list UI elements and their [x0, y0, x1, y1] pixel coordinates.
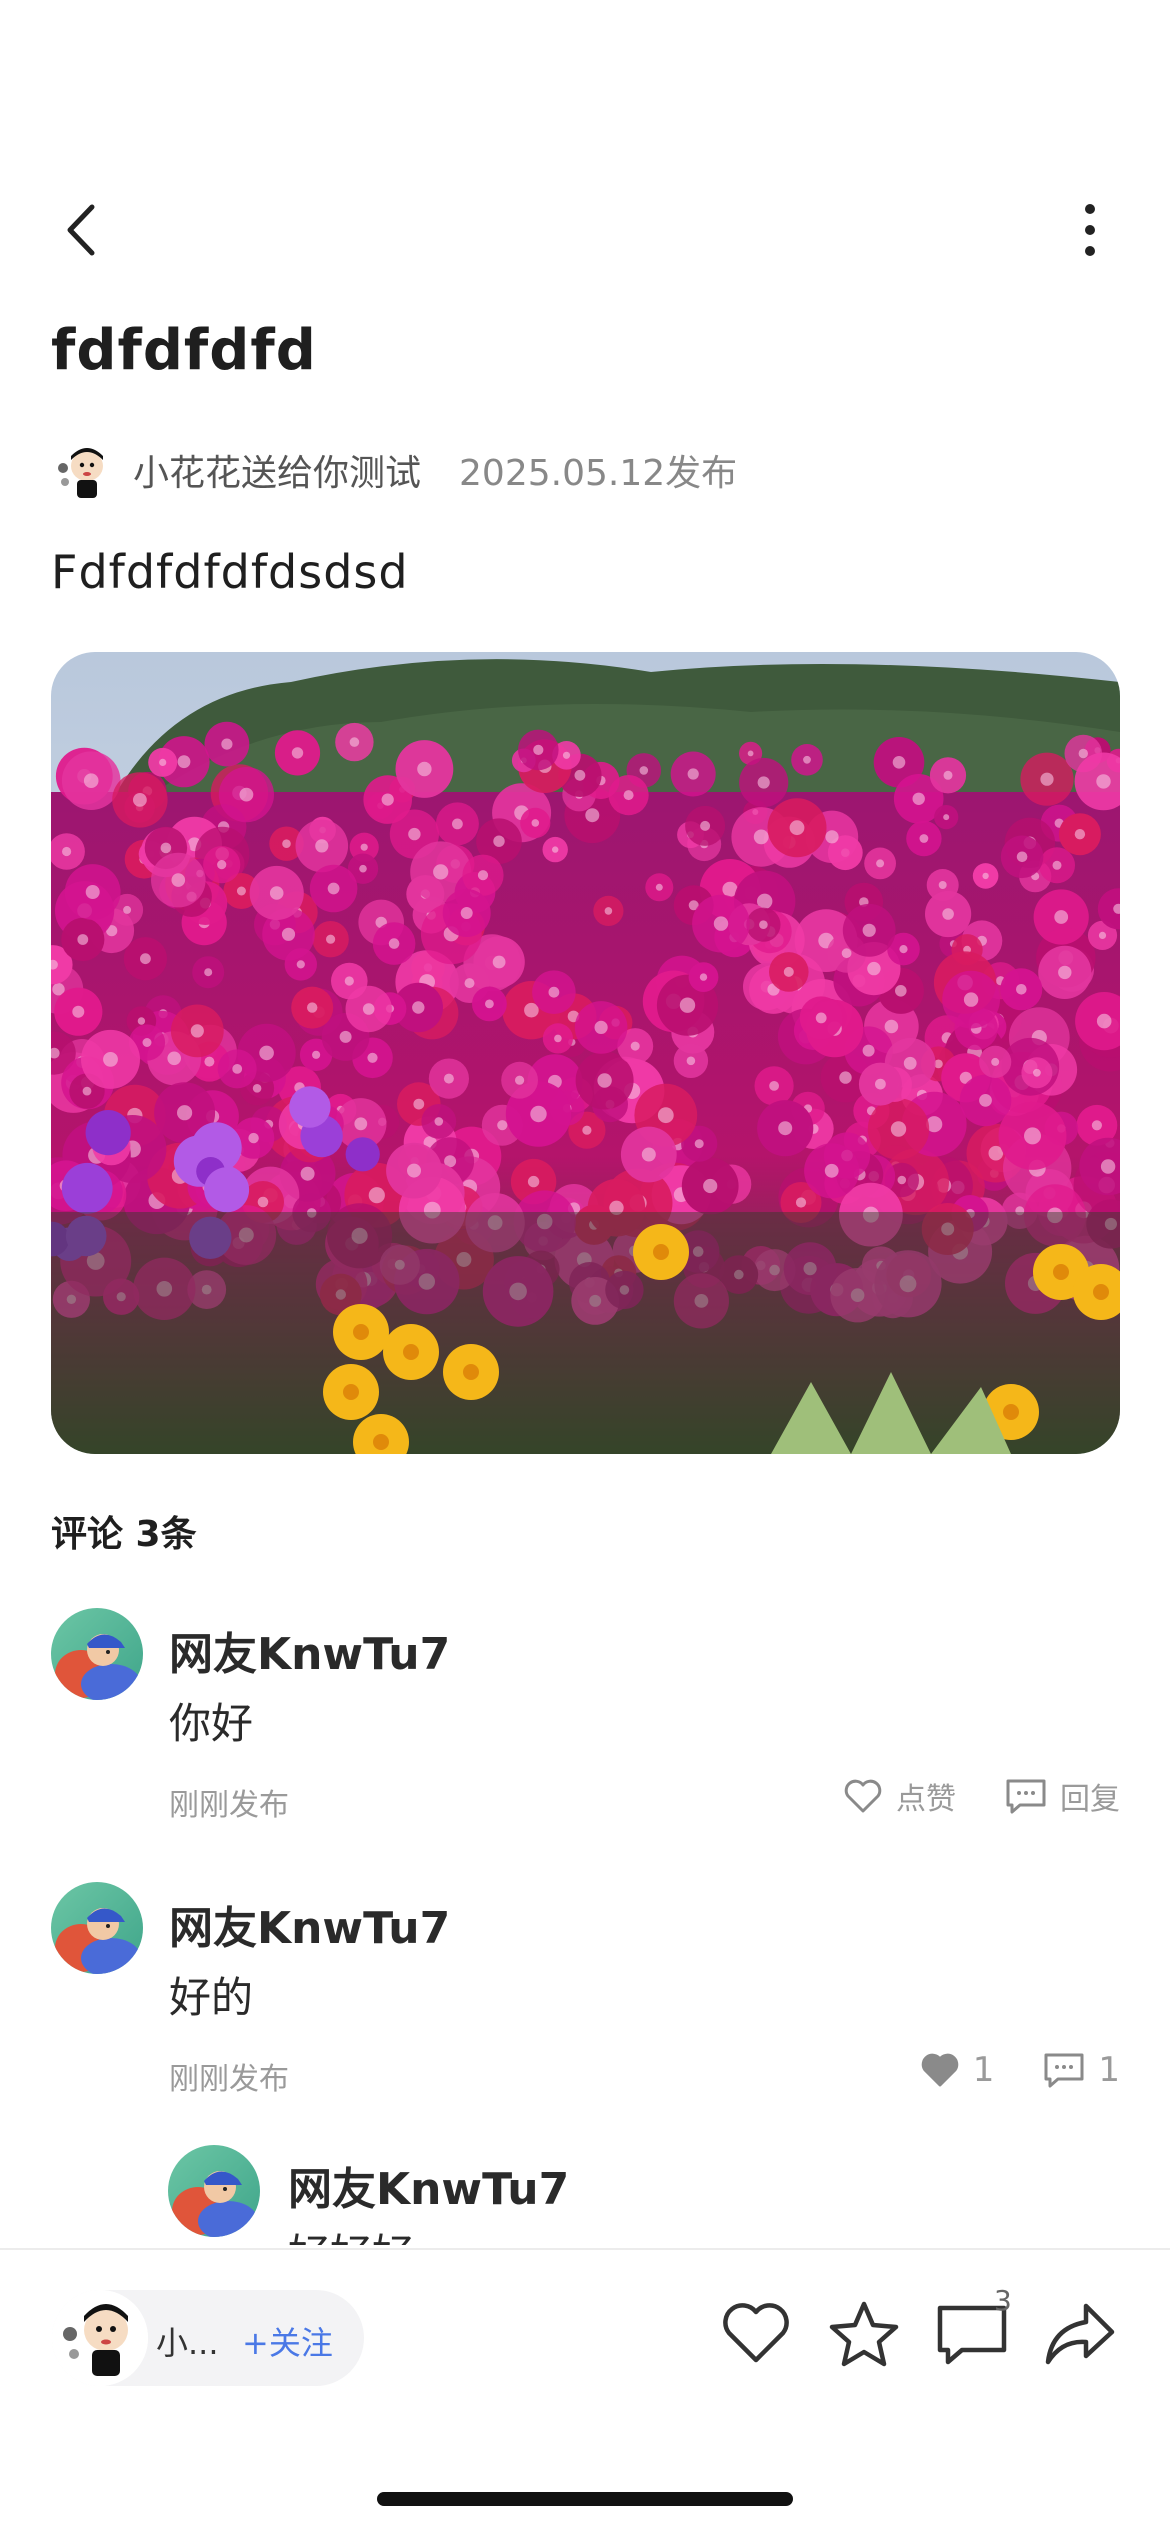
author-follow-pill[interactable]: 小... +关注: [52, 2290, 364, 2386]
commenter-name[interactable]: 网友KnwTu7: [169, 1618, 450, 1682]
comment-count-badge: 3: [994, 2284, 1012, 2317]
commenter-avatar[interactable]: [51, 1882, 143, 1974]
reply-button[interactable]: 回复: [1004, 1774, 1120, 1818]
commenter-avatar[interactable]: [51, 1608, 143, 1700]
like-post-button[interactable]: [716, 2294, 796, 2374]
like-count: 1: [972, 2050, 995, 2090]
post-body: Fdfdfdfdfdsdsd: [51, 545, 409, 599]
like-button[interactable]: 1: [919, 2050, 995, 2090]
star-icon: [829, 2301, 899, 2367]
like-label: 点赞: [896, 1782, 956, 1817]
heart-outline-icon: [844, 1779, 882, 1813]
comment-icon: [1006, 1779, 1046, 1814]
comment-actions: 点赞 回复: [794, 1768, 1120, 1824]
reply-item: 网友KnwTu7 好好好: [168, 2145, 1068, 2245]
post-title: fdfdfdfd: [51, 318, 317, 383]
commenter-name[interactable]: 网友KnwTu7: [169, 1892, 450, 1956]
reply-count: 1: [1098, 2050, 1120, 2090]
reply-label: 回复: [1060, 1782, 1120, 1817]
back-button[interactable]: [50, 195, 120, 265]
back-arrow-icon: [67, 204, 95, 256]
top-nav: [0, 175, 1170, 285]
publish-date: 2025.05.12发布: [459, 453, 738, 494]
comment-time: 刚刚发布: [169, 1788, 289, 1823]
share-button[interactable]: [1040, 2294, 1120, 2374]
more-vertical-icon: [1085, 204, 1095, 256]
replier-avatar[interactable]: [168, 2145, 260, 2237]
heart-filled-icon: [921, 2053, 958, 2087]
author-avatar[interactable]: [51, 438, 115, 502]
comment-icon: [1044, 2053, 1084, 2088]
home-indicator: [377, 2492, 793, 2506]
author-name-short: 小...: [156, 2324, 219, 2362]
reply-button[interactable]: 1: [1042, 2050, 1120, 2090]
comment-text: 你好: [169, 1699, 254, 1748]
comment-actions: 1 1: [871, 2042, 1120, 2098]
heart-icon: [723, 2303, 789, 2363]
author-row[interactable]: 小花花送给你测试 2025.05.12发布: [51, 438, 738, 502]
post-image[interactable]: [51, 652, 1120, 1454]
post-detail-page: fdfdfdfd 小花花送给你测试 2025.05.12发布 Fdfdfdfdf…: [0, 0, 1170, 2532]
comments-count-header: 评论 3条: [51, 1514, 197, 1555]
comment-item: 网友KnwTu7 好的 刚刚发布 1 1: [51, 1882, 1120, 2112]
bottom-action-bar: 小... +关注 3: [0, 2248, 1170, 2532]
author-avatar[interactable]: [52, 2290, 148, 2386]
like-button[interactable]: 点赞: [842, 1774, 956, 1818]
favorite-button[interactable]: [824, 2294, 904, 2374]
share-icon: [1045, 2303, 1115, 2365]
follow-button[interactable]: +关注: [242, 2318, 333, 2364]
comment-time: 刚刚发布: [169, 2062, 289, 2097]
more-options-button[interactable]: [1060, 195, 1120, 265]
comment-text: 好的: [169, 1973, 254, 2022]
reply-text: 好好好: [288, 2221, 414, 2245]
comment-item: 网友KnwTu7 你好 刚刚发布 点赞 回复: [51, 1608, 1120, 1838]
replier-name[interactable]: 网友KnwTu7: [288, 2153, 569, 2217]
author-name[interactable]: 小花花送给你测试: [133, 444, 421, 496]
